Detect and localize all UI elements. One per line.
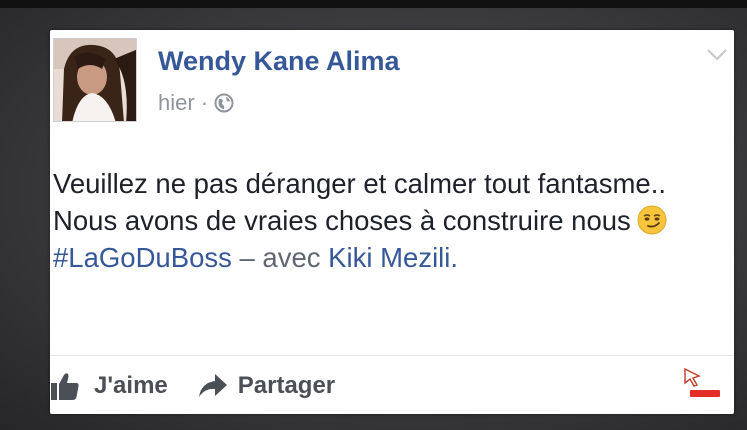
post-text-line-1: Veuillez ne pas déranger et calmer tout … — [53, 168, 666, 199]
chevron-down-icon[interactable] — [706, 48, 728, 62]
post-text-line-3: #LaGoDuBoss – avec Kiki Mezili. — [53, 239, 726, 276]
share-button[interactable]: Partager — [198, 372, 335, 400]
post-text-line-2-text: Nous avons de vraies choses à construire… — [53, 205, 631, 236]
author-avatar[interactable] — [53, 38, 137, 122]
mouse-cursor-icon — [684, 367, 701, 387]
actions-divider — [50, 355, 734, 356]
like-button[interactable]: J'aime — [50, 371, 168, 401]
avatar-photo — [54, 39, 136, 121]
with-text: – avec — [231, 242, 329, 273]
post-actions-bar: J'aime Partager — [50, 371, 335, 401]
post-timestamp[interactable]: hier — [158, 90, 195, 116]
like-label: J'aime — [94, 372, 168, 399]
thumbs-up-icon — [51, 373, 79, 400]
tagged-person-link[interactable]: Kiki Mezili. — [328, 242, 458, 273]
post-message: Veuillez ne pas déranger et calmer tout … — [53, 165, 726, 276]
share-label: Partager — [237, 372, 336, 399]
top-frame-strip — [0, 0, 747, 8]
smirking-face-emoji-icon — [637, 205, 667, 235]
post-meta: hier · — [158, 90, 234, 116]
author-name[interactable]: Wendy Kane Alima — [158, 46, 400, 77]
post-text-line-2: Nous avons de vraies choses à construire… — [53, 202, 726, 239]
youtube-badge-icon — [690, 390, 720, 397]
share-arrow-icon — [198, 374, 227, 397]
meta-separator: · — [200, 90, 209, 115]
facebook-post-card: Wendy Kane Alima hier · Veuillez ne pas … — [50, 30, 734, 414]
globe-icon[interactable] — [214, 93, 234, 113]
hashtag-link[interactable]: #LaGoDuBoss — [53, 242, 232, 273]
